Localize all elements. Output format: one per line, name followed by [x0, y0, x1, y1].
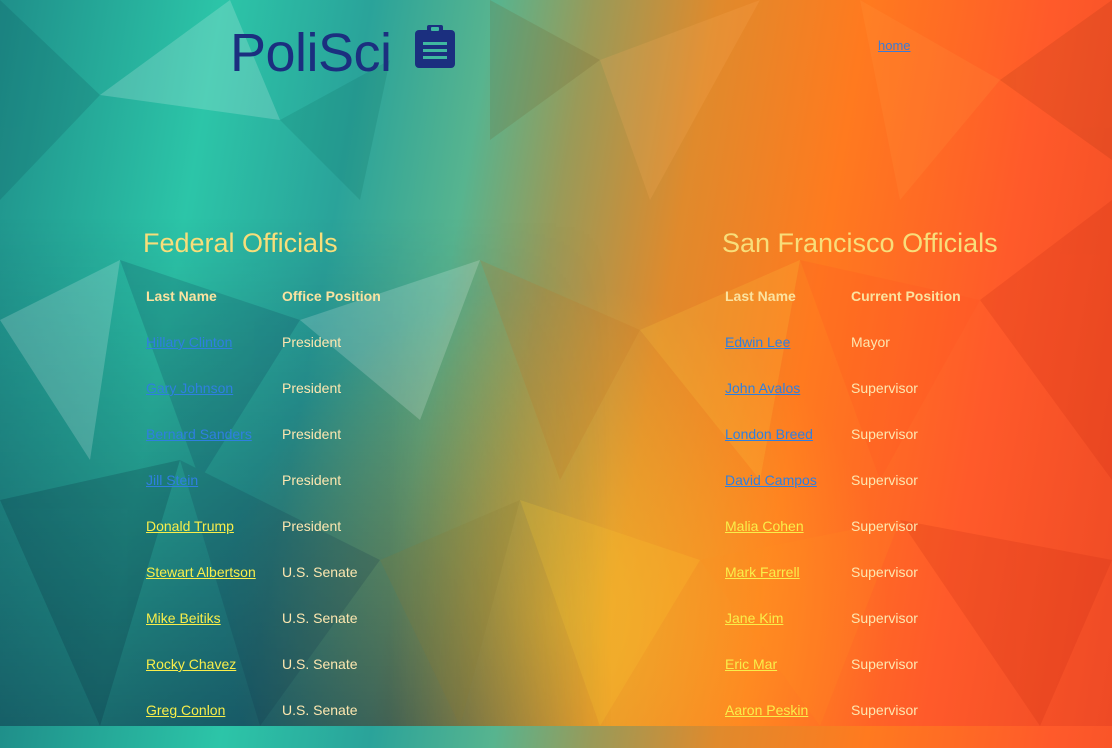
position-cell: U.S. Senate: [282, 564, 358, 580]
table-row: Stewart Albertson U.S. Senate: [146, 564, 381, 610]
position-cell: Supervisor: [851, 656, 918, 672]
table-row: Edwin Lee Mayor: [725, 334, 961, 380]
position-cell: President: [282, 472, 342, 488]
official-name-link[interactable]: Rocky Chavez: [146, 656, 236, 672]
official-name-link[interactable]: Jill Stein: [146, 472, 198, 488]
position-cell: President: [282, 334, 342, 350]
name-cell: Mark Farrell: [725, 564, 851, 610]
federal-officials-title: Federal Officials: [143, 228, 338, 258]
table-row: Jill Stein President: [146, 472, 381, 518]
name-cell: John Avalos: [725, 380, 851, 426]
table-row: Hillary Clinton President: [146, 334, 381, 380]
official-name-link[interactable]: Stewart Albertson: [146, 564, 256, 580]
position-cell: Supervisor: [851, 426, 918, 442]
federal-officials-table: Last Name Office Position Hillary Clinto…: [146, 288, 381, 748]
name-cell: Gary Johnson: [146, 380, 282, 426]
column-header-current-position: Current Position: [851, 288, 961, 304]
name-cell: Stewart Albertson: [146, 564, 282, 610]
table-row: Eric Mar Supervisor: [725, 656, 961, 702]
table-row: Aaron Peskin Supervisor: [725, 702, 961, 748]
table-row: Gary Johnson President: [146, 380, 381, 426]
name-cell: Hillary Clinton: [146, 334, 282, 380]
table-row: Bernard Sanders President: [146, 426, 381, 472]
position-cell: Supervisor: [851, 564, 918, 580]
site-logo-text[interactable]: PoliSci: [230, 22, 392, 84]
name-cell: Eric Mar: [725, 656, 851, 702]
name-cell: Bernard Sanders: [146, 426, 282, 472]
position-cell: Supervisor: [851, 472, 918, 488]
sf-officials-title: San Francisco Officials: [722, 228, 998, 258]
position-cell: Mayor: [851, 334, 890, 350]
name-cell: David Campos: [725, 472, 851, 518]
official-name-link[interactable]: Jane Kim: [725, 610, 783, 626]
position-cell: President: [282, 380, 342, 396]
name-cell: Aaron Peskin: [725, 702, 851, 748]
name-cell: London Breed: [725, 426, 851, 472]
name-cell: Edwin Lee: [725, 334, 851, 380]
official-name-link[interactable]: Edwin Lee: [725, 334, 790, 350]
table-row: Rocky Chavez U.S. Senate: [146, 656, 381, 702]
table-row: Mark Farrell Supervisor: [725, 564, 961, 610]
position-cell: Supervisor: [851, 518, 918, 534]
official-name-link[interactable]: Mike Beitiks: [146, 610, 221, 626]
column-header-last-name: Last Name: [725, 288, 796, 304]
official-name-link[interactable]: John Avalos: [725, 380, 800, 396]
table-row: London Breed Supervisor: [725, 426, 961, 472]
name-cell: Rocky Chavez: [146, 656, 282, 702]
official-name-link[interactable]: Aaron Peskin: [725, 702, 808, 718]
position-cell: U.S. Senate: [282, 656, 358, 672]
column-header-last-name: Last Name: [146, 288, 217, 304]
table-row: Malia Cohen Supervisor: [725, 518, 961, 564]
official-name-link[interactable]: Gary Johnson: [146, 380, 233, 396]
table-header-row: Last Name Office Position: [146, 288, 381, 334]
name-cell: Donald Trump: [146, 518, 282, 564]
position-cell: U.S. Senate: [282, 610, 358, 626]
position-cell: Supervisor: [851, 610, 918, 626]
name-cell: Malia Cohen: [725, 518, 851, 564]
table-row: Donald Trump President: [146, 518, 381, 564]
position-cell: President: [282, 518, 342, 534]
official-name-link[interactable]: Mark Farrell: [725, 564, 800, 580]
position-cell: Supervisor: [851, 702, 918, 718]
official-name-link[interactable]: Eric Mar: [725, 656, 777, 672]
name-cell: Mike Beitiks: [146, 610, 282, 656]
position-cell: Supervisor: [851, 380, 918, 396]
table-row: Greg Conlon U.S. Senate: [146, 702, 381, 748]
table-row: Mike Beitiks U.S. Senate: [146, 610, 381, 656]
name-cell: Greg Conlon: [146, 702, 282, 748]
official-name-link[interactable]: Bernard Sanders: [146, 426, 252, 442]
position-cell: President: [282, 426, 342, 442]
official-name-link[interactable]: David Campos: [725, 472, 817, 488]
sf-officials-section: San Francisco Officials Last Name Curren…: [722, 228, 998, 748]
table-header-row: Last Name Current Position: [725, 288, 961, 334]
table-row: John Avalos Supervisor: [725, 380, 961, 426]
table-row: Jane Kim Supervisor: [725, 610, 961, 656]
official-name-link[interactable]: London Breed: [725, 426, 813, 442]
name-cell: Jill Stein: [146, 472, 282, 518]
column-header-office-position: Office Position: [282, 288, 381, 304]
name-cell: Jane Kim: [725, 610, 851, 656]
official-name-link[interactable]: Malia Cohen: [725, 518, 804, 534]
federal-officials-section: Federal Officials Last Name Office Posit…: [143, 228, 381, 748]
home-link[interactable]: home: [878, 38, 911, 53]
table-row: David Campos Supervisor: [725, 472, 961, 518]
position-cell: U.S. Senate: [282, 702, 358, 718]
sf-officials-table: Last Name Current Position Edwin Lee Mayo…: [725, 288, 961, 748]
official-name-link[interactable]: Greg Conlon: [146, 702, 225, 718]
official-name-link[interactable]: Donald Trump: [146, 518, 234, 534]
clipboard-icon: [415, 25, 455, 68]
official-name-link[interactable]: Hillary Clinton: [146, 334, 232, 350]
